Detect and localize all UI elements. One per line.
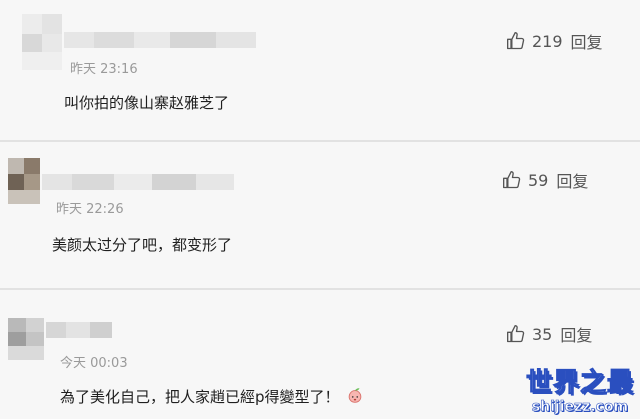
comment-actions: 35 回复 bbox=[506, 322, 592, 346]
thumbs-up-icon[interactable] bbox=[506, 324, 526, 344]
username-blurred[interactable] bbox=[46, 322, 112, 338]
thumbs-up-icon[interactable] bbox=[502, 170, 522, 190]
avatar[interactable] bbox=[22, 14, 62, 70]
comment-actions: 59 回复 bbox=[502, 168, 588, 192]
like-count[interactable]: 219 bbox=[532, 32, 563, 51]
comment-item: 昨天 23:16 叫你拍的像山寨赵雅芝了 219 回复 bbox=[0, 0, 640, 137]
like-count[interactable]: 35 bbox=[532, 325, 552, 344]
reply-button[interactable]: 回复 bbox=[560, 322, 592, 346]
watermark-url: shijiezz.com bbox=[531, 399, 629, 416]
divider bbox=[0, 140, 640, 142]
thumbs-up-icon[interactable] bbox=[506, 31, 526, 51]
comment-text: 為了美化自己，把人家趙已經p得變型了！ bbox=[60, 386, 364, 407]
comment-time: 昨天 22:26 bbox=[56, 202, 124, 217]
comment-text: 美颜太过分了吧，都变形了 bbox=[52, 236, 233, 254]
watermark-title: 世界之最 bbox=[525, 368, 634, 399]
reply-button[interactable]: 回复 bbox=[571, 29, 603, 53]
site-watermark: 世界之最 shijiezz.com bbox=[525, 362, 634, 416]
username-blurred[interactable] bbox=[42, 174, 234, 190]
comment-text: 叫你拍的像山寨赵雅芝了 bbox=[64, 94, 230, 112]
avatar[interactable] bbox=[8, 158, 40, 204]
comment-time: 昨天 23:16 bbox=[70, 62, 138, 77]
username-blurred[interactable] bbox=[64, 32, 256, 48]
comment-time: 今天 00:03 bbox=[60, 356, 128, 371]
comment-text-body: 為了美化自己，把人家趙已經p得變型了！ bbox=[60, 388, 340, 406]
comment-item: 昨天 22:26 美颜太过分了吧，都变形了 59 回复 bbox=[0, 144, 640, 280]
comment-actions: 219 回复 bbox=[506, 29, 603, 53]
reply-button[interactable]: 回复 bbox=[556, 168, 588, 192]
peach-face-emoji-icon bbox=[348, 388, 361, 403]
like-count[interactable]: 59 bbox=[528, 171, 548, 190]
avatar[interactable] bbox=[8, 318, 44, 360]
divider bbox=[0, 288, 640, 290]
